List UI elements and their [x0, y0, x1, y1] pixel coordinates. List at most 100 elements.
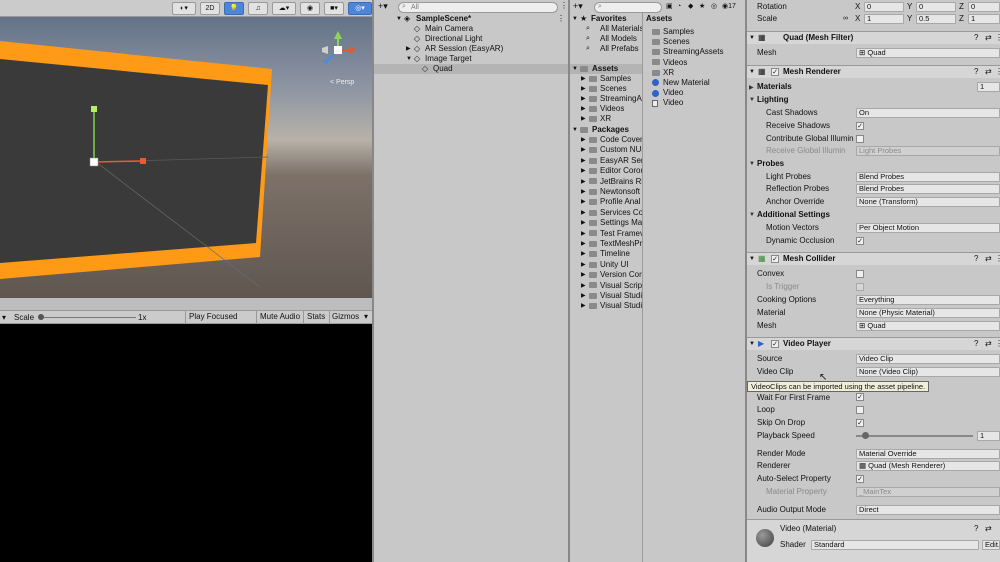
package-item[interactable]: ▶ Version Cor	[570, 270, 642, 280]
playback-speed-field[interactable]: 1	[977, 431, 1000, 441]
scale-slider-handle[interactable]	[38, 314, 44, 320]
gizmos-button[interactable]: Gizmos ▾	[329, 311, 372, 323]
mesh-collider-header[interactable]: ▼ ▦ ✓ Mesh Collider ? ⇄ ⋮	[747, 252, 1000, 265]
chevron-right-icon[interactable]: ▶	[581, 135, 586, 145]
mesh-filter-header[interactable]: ▼ ▦ Quad (Mesh Filter) ? ⇄ ⋮	[747, 31, 1000, 44]
chevron-right-icon[interactable]: ▶	[581, 94, 586, 104]
chevron-down-icon[interactable]: ▼	[749, 161, 755, 167]
reflection-probes-dropdown[interactable]: Blend Probes	[856, 184, 1000, 194]
scene-filter-icon[interactable]: ▣	[666, 2, 673, 12]
additional-settings-section[interactable]: Additional Settings	[757, 210, 830, 220]
favorites-header[interactable]: ▼ ★ Favorites	[570, 14, 642, 24]
asset-item[interactable]: Video	[643, 88, 747, 98]
asset-item[interactable]: Scenes	[643, 37, 747, 47]
chevron-right-icon[interactable]: ▶	[406, 44, 411, 54]
settings-icon[interactable]: ⇄	[985, 253, 992, 265]
asset-item[interactable]: StreamingAssets	[643, 47, 747, 57]
scene-canvas[interactable]	[0, 17, 372, 298]
add-icon[interactable]: +▾	[378, 1, 388, 11]
asset-item[interactable]: New Material	[643, 78, 747, 88]
help-icon[interactable]: ?	[974, 524, 978, 534]
anchor-override-field[interactable]: None (Transform)	[856, 197, 1000, 207]
package-item[interactable]: ▶ Visual Studi	[570, 291, 642, 301]
settings-icon[interactable]: ⇄	[985, 66, 992, 78]
chevron-right-icon[interactable]: ▶	[581, 291, 586, 301]
contribute-gi-checkbox[interactable]	[856, 135, 864, 143]
asset-item[interactable]: Samples	[643, 27, 747, 37]
auto-select-property-checkbox[interactable]: ✓	[856, 475, 864, 483]
chevron-right-icon[interactable]: ▶	[581, 104, 586, 114]
chevron-right-icon[interactable]: ▶	[581, 270, 586, 280]
scale-y-field[interactable]: 0.5	[916, 14, 956, 24]
loop-checkbox[interactable]	[856, 406, 864, 414]
package-item[interactable]: ▶ Custom NUn	[570, 145, 642, 155]
rotation-z-field[interactable]: 0	[968, 2, 1000, 12]
audio-icon[interactable]: ♫	[248, 2, 268, 15]
assets-tree-item[interactable]: ▶ StreamingA	[570, 94, 642, 104]
package-item[interactable]: ▶ Visual Studi	[570, 301, 642, 311]
package-item[interactable]: ▶ Unity UI	[570, 260, 642, 270]
project-search-input[interactable]	[594, 2, 662, 13]
scene-view[interactable]: < Persp ◐▾ 2D 💡 ♫ ☁▾ ◉ ■▾ ◎▾	[0, 0, 372, 298]
chevron-right-icon[interactable]: ▶	[581, 197, 586, 207]
hierarchy-item-directional-light[interactable]: Directional Light	[374, 34, 568, 44]
hierarchy-item-quad[interactable]: Quad	[374, 64, 568, 74]
package-item[interactable]: ▶ Visual Scrip	[570, 281, 642, 291]
hierarchy-item-main-camera[interactable]: Main Camera	[374, 24, 568, 34]
hierarchy-item-scene[interactable]: ▼ ◈ SampleScene* ⋮	[374, 14, 568, 24]
chevron-right-icon[interactable]: ▶	[749, 84, 754, 91]
rotation-y-field[interactable]: 0	[916, 2, 956, 12]
settings-icon[interactable]: ⇄	[985, 32, 992, 44]
chevron-right-icon[interactable]: ▶	[581, 229, 586, 239]
package-item[interactable]: ▶ Services Co	[570, 208, 642, 218]
2d-toggle[interactable]: 2D	[200, 2, 220, 15]
chevron-right-icon[interactable]: ▶	[581, 156, 586, 166]
collider-mesh-field[interactable]: ⊞ Quad	[856, 321, 1000, 331]
visibility-icon[interactable]: ◎	[711, 2, 717, 12]
cast-shadows-dropdown[interactable]: On	[856, 108, 1000, 118]
wait-first-frame-checkbox[interactable]: ✓	[856, 393, 864, 401]
probes-section[interactable]: Probes	[757, 159, 784, 169]
package-item[interactable]: ▶ Code Cover	[570, 135, 642, 145]
chevron-right-icon[interactable]: ▶	[581, 187, 586, 197]
convex-checkbox[interactable]	[856, 270, 864, 278]
asset-item[interactable]: Video	[643, 98, 747, 108]
scale-x-field[interactable]: 1	[864, 14, 904, 24]
game-view[interactable]	[0, 324, 372, 562]
mesh-renderer-header[interactable]: ▼ ▦ ✓ Mesh Renderer ? ⇄ ⋮	[747, 65, 1000, 78]
materials-label[interactable]: Materials	[757, 82, 792, 92]
shader-dropdown[interactable]: Standard	[811, 540, 979, 550]
assets-header[interactable]: ▼ Assets	[570, 64, 642, 74]
receive-shadows-checkbox[interactable]: ✓	[856, 122, 864, 130]
mesh-renderer-enabled-checkbox[interactable]: ✓	[771, 68, 779, 76]
persp-label[interactable]: < Persp	[330, 78, 354, 88]
assets-tree-item[interactable]: ▶ Samples	[570, 74, 642, 84]
chevron-right-icon[interactable]: ▶	[581, 177, 586, 187]
chevron-right-icon[interactable]: ▶	[581, 249, 586, 259]
effects-icon[interactable]: ☁▾	[272, 2, 296, 15]
type-filter-icon[interactable]: ◔	[677, 2, 681, 12]
assets-tree-item[interactable]: ▶ XR	[570, 114, 642, 124]
chevron-down-icon[interactable]: ▼	[749, 212, 755, 218]
material-section[interactable]: Video (Material) Shader Standard Edit...…	[747, 519, 1000, 562]
asset-item[interactable]: XR	[643, 68, 747, 78]
playback-speed-handle[interactable]	[862, 432, 870, 439]
mute-audio-button[interactable]: Mute Audio	[256, 311, 302, 323]
package-item[interactable]: ▶ EasyAR Ser	[570, 156, 642, 166]
chevron-right-icon[interactable]: ▶	[581, 301, 586, 311]
more-icon[interactable]: ⋮	[560, 1, 568, 11]
hidden-objects-icon[interactable]: ◉	[300, 2, 320, 15]
settings-icon[interactable]: ⇄	[985, 524, 992, 534]
dynamic-occlusion-checkbox[interactable]: ✓	[856, 237, 864, 245]
chevron-right-icon[interactable]: ▶	[581, 114, 586, 124]
more-icon[interactable]: ⋮	[557, 14, 565, 24]
skip-on-drop-checkbox[interactable]: ✓	[856, 419, 864, 427]
add-icon[interactable]: +▾	[573, 1, 583, 11]
mesh-collider-enabled-checkbox[interactable]: ✓	[771, 255, 779, 263]
assets-tree-item[interactable]: ▶ Videos	[570, 104, 642, 114]
render-mode-dropdown[interactable]: Material Override	[856, 449, 1000, 459]
chevron-right-icon[interactable]: ▶	[581, 166, 586, 176]
playback-speed-slider[interactable]	[856, 432, 973, 439]
stats-button[interactable]: Stats	[303, 311, 329, 323]
package-item[interactable]: ▶ TextMeshPr	[570, 239, 642, 249]
